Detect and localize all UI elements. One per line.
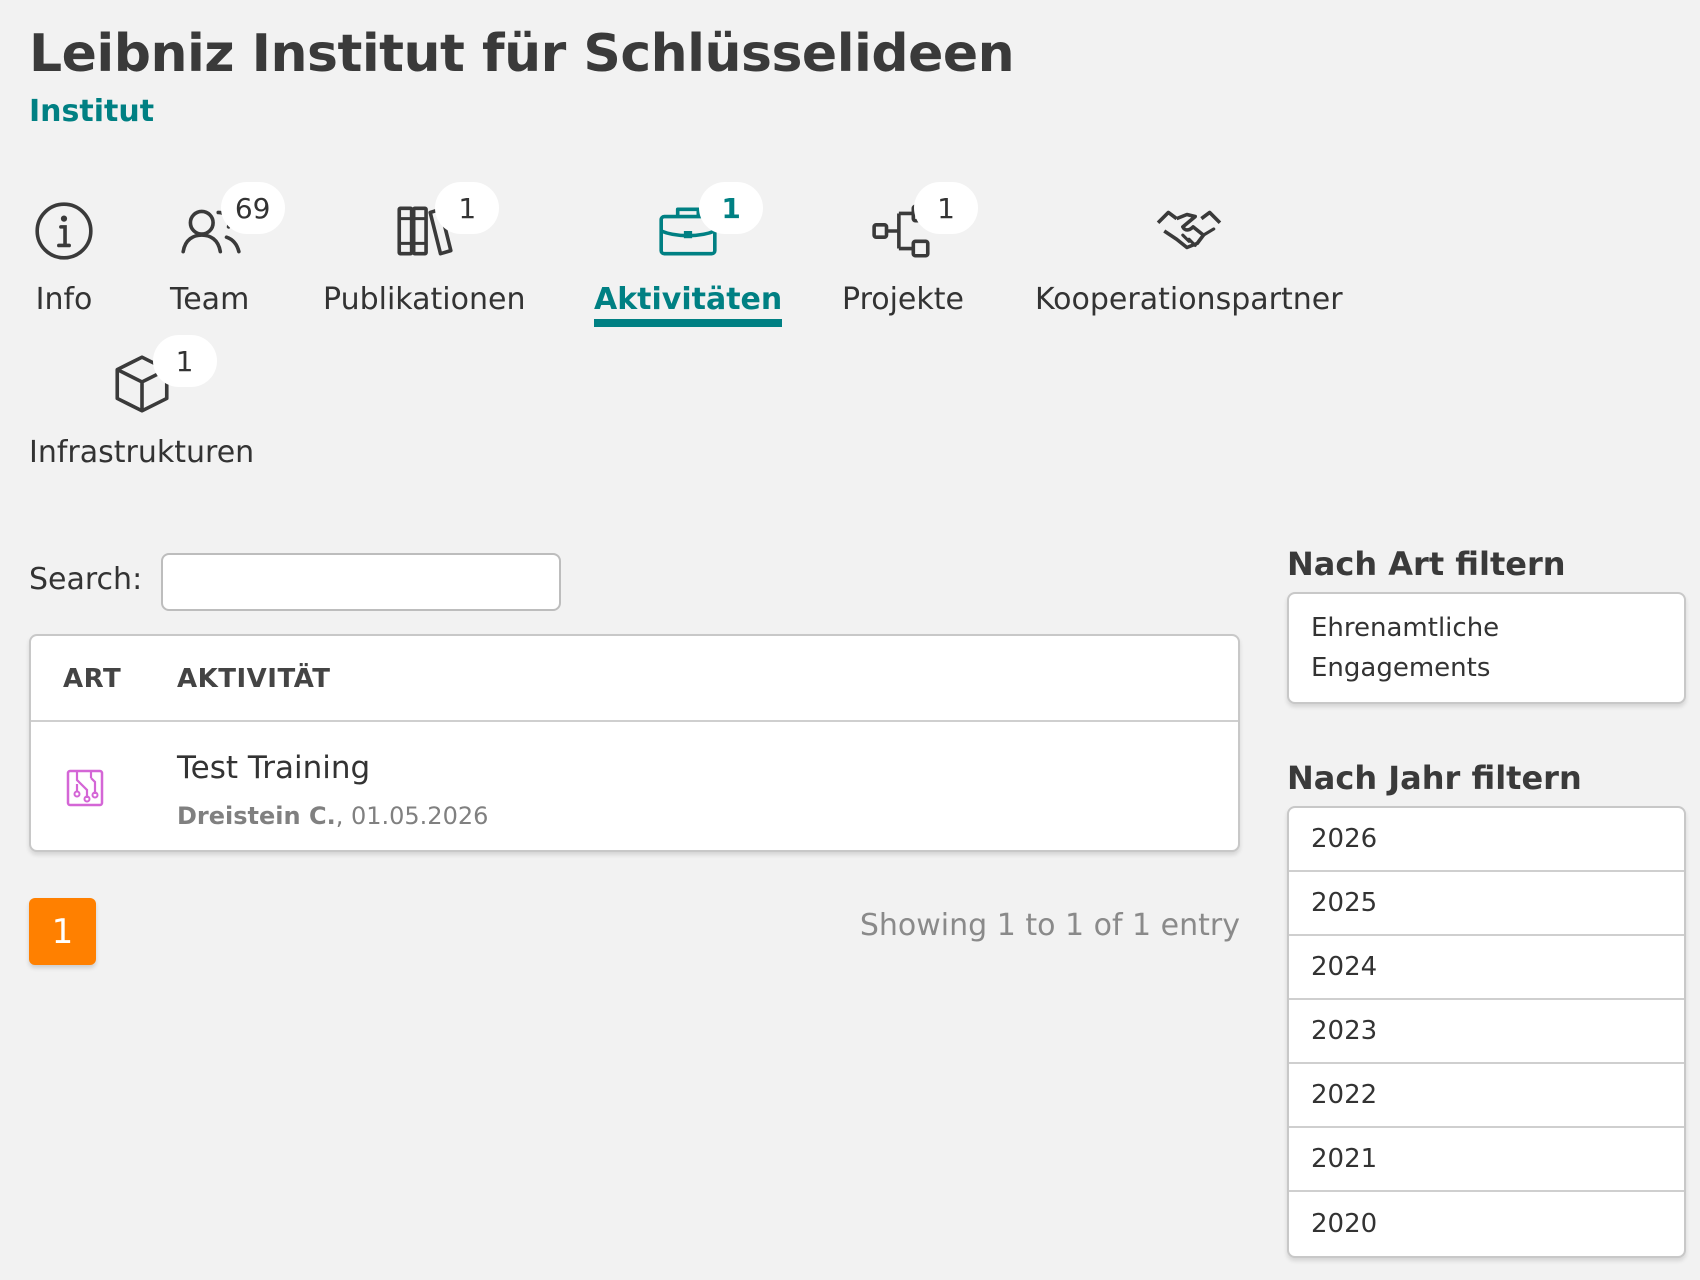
tab-projekte-label: Projekte [842, 282, 964, 317]
activity-date-separator: , [335, 802, 351, 830]
tab-infrastrukturen-label: Infrastrukturen [29, 435, 255, 470]
tab-aktivitaeten[interactable]: 1 Aktivitäten [594, 182, 783, 327]
filter-art-heading: Nach Art filtern [1287, 545, 1566, 583]
filter-year-heading: Nach Jahr filtern [1287, 759, 1582, 797]
tab-aktivitaeten-badge: 1 [699, 182, 764, 234]
filter-year-item[interactable]: 2026 [1289, 808, 1684, 872]
column-header-art[interactable]: ART [63, 664, 121, 694]
tab-info-label: Info [35, 282, 93, 317]
tab-infrastrukturen[interactable]: 1 Infrastrukturen [29, 335, 255, 476]
tab-publikationen-badge: 1 [435, 182, 500, 234]
activity-meta: Dreistein C., 01.05.2026 [177, 802, 488, 830]
pagination-page-1-button[interactable]: 1 [29, 898, 96, 965]
tab-team-badge: 69 [220, 182, 285, 234]
activity-author[interactable]: Dreistein C. [177, 802, 336, 830]
tab-info[interactable]: Info [27, 194, 101, 323]
filter-year-item[interactable]: 2024 [1289, 936, 1684, 1000]
filter-year-item[interactable]: 2025 [1289, 872, 1684, 936]
tab-team[interactable]: 69 Team [170, 182, 285, 323]
column-header-aktivitaet[interactable]: AKTIVITÄT [177, 664, 331, 694]
activity-date: 01.05.2026 [350, 802, 489, 830]
tab-publikationen-label: Publikationen [323, 282, 526, 317]
circuit-board-icon [66, 769, 104, 807]
handshake-icon [1156, 210, 1221, 250]
filter-year-list: 2026 2025 2024 2023 2022 2021 2020 [1287, 806, 1686, 1258]
tab-publikationen[interactable]: 1 Publikationen [323, 182, 526, 323]
tab-kooperationspartner[interactable]: Kooperationspartner [1035, 194, 1343, 323]
table-header: ART AKTIVITÄT [31, 636, 1238, 722]
search-input[interactable] [161, 553, 561, 611]
table-row[interactable]: Test Training Dreistein C., 01.05.2026 [31, 722, 1238, 850]
info-icon [35, 202, 93, 260]
pagination-info: Showing 1 to 1 of 1 entry [859, 908, 1240, 943]
activity-title[interactable]: Test Training [177, 750, 370, 786]
tab-infrastrukturen-badge: 1 [152, 335, 217, 387]
page: Leibniz Institut für Schlüsselideen Inst… [0, 0, 1700, 1280]
tab-team-label: Team [170, 282, 250, 317]
tab-kooperationspartner-label: Kooperationspartner [1035, 282, 1343, 317]
filter-year-item[interactable]: 2021 [1289, 1128, 1684, 1192]
search-label: Search: [29, 562, 143, 597]
tab-projekte[interactable]: 1 Projekte [842, 182, 978, 323]
tab-aktivitaeten-label: Aktivitäten [594, 282, 783, 327]
filter-year-item[interactable]: 2020 [1289, 1192, 1684, 1256]
filter-art-list: Ehrenamtliche Engagements [1287, 592, 1686, 704]
activities-table: ART AKTIVITÄT Test Training Dreistein C.… [29, 634, 1240, 852]
tab-projekte-badge: 1 [913, 182, 978, 234]
filter-year-item[interactable]: 2022 [1289, 1064, 1684, 1128]
filter-art-item[interactable]: Ehrenamtliche Engagements [1289, 594, 1684, 702]
page-title: Leibniz Institut für Schlüsselideen [29, 24, 1015, 84]
page-subtitle: Institut [29, 94, 155, 129]
filter-year-item[interactable]: 2023 [1289, 1000, 1684, 1064]
